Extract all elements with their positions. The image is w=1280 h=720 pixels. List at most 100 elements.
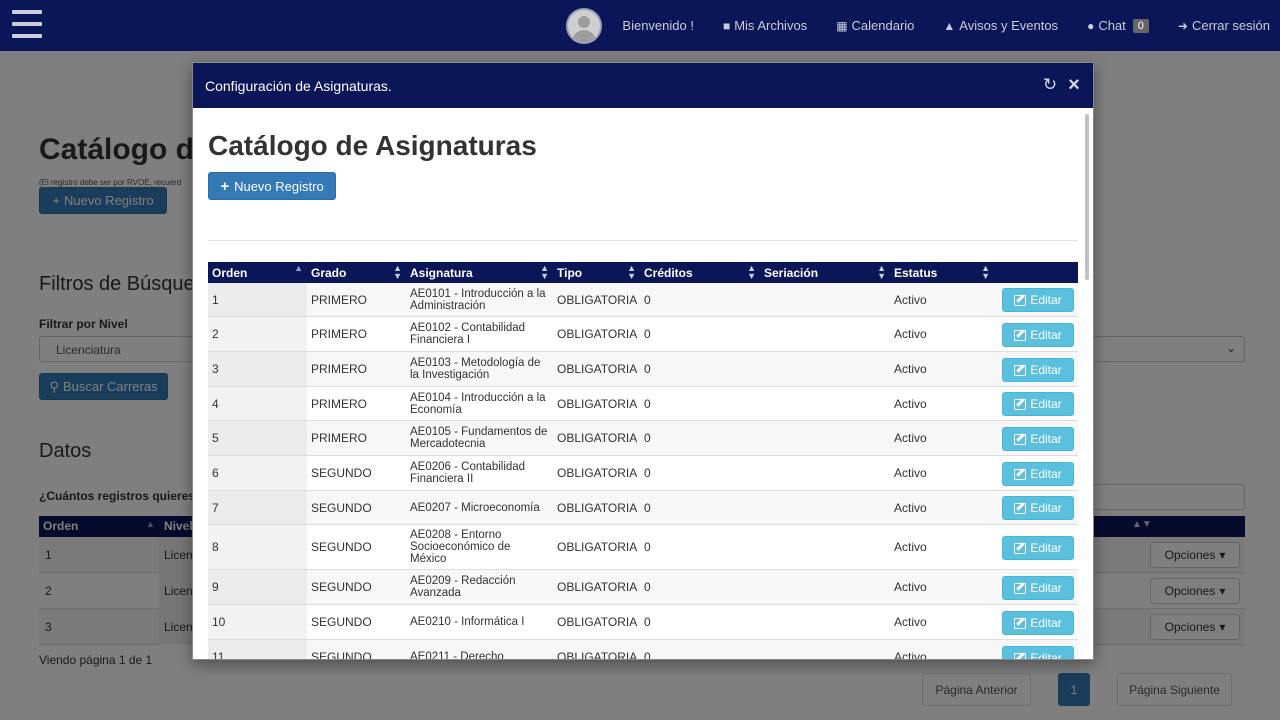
cell-orden: 6 [212,466,219,480]
cell-asignatura: AE0210 - Informática I [410,616,525,628]
avatar[interactable] [566,7,603,44]
cell-asignatura: AE0209 - Redacción Avanzada [410,575,516,599]
cell-tipo: OBLIGATORIA [557,362,638,376]
calendar-label: Calendario [851,18,915,33]
cell-estatus: Activo [894,540,927,554]
files-link[interactable]: ■ Mis Archivos [723,18,807,33]
table-row: 11 SEGUNDO AE0211 - Derecho OBLIGATORIA 0 Act… [208,640,1078,660]
cell-asignatura: AE0103 - Metodología de la Investigación [410,357,541,381]
cell-seriacion [760,491,890,524]
edit-icon [1014,582,1027,594]
welcome-label: Bienvenido ! [622,18,694,33]
close-icon[interactable]: × [1065,75,1083,95]
edit-button[interactable]: Editar [1002,496,1074,520]
plus-icon: + [220,177,230,195]
hamburger-menu-icon[interactable] [12,10,42,38]
edit-icon [1014,468,1027,480]
logout-link[interactable]: ➜ Cerrar sesión [1178,18,1270,33]
cell-asignatura: AE0211 - Derecho [410,651,504,660]
cell-estatus: Activo [894,362,927,376]
cell-tipo: OBLIGATORIA [557,580,638,594]
edit-button[interactable]: Editar [1002,323,1074,347]
logout-label: Cerrar sesión [1191,18,1270,33]
modal-new-record-button[interactable]: + Nuevo Registro [208,172,336,200]
sort-icon: ▲▼ [627,263,636,281]
header-tipo[interactable]: Tipo ▲ ▼ [553,262,640,283]
edit-button[interactable]: Editar [1002,646,1074,659]
header-estatus[interactable]: Estatus ▲ ▼ [890,262,994,283]
sort-icon: ▲▼ [877,263,886,281]
edit-label: Editar [1030,363,1062,377]
cell-tipo: OBLIGATORIA [557,327,638,341]
edit-label: Editar [1030,397,1062,411]
table-row: 6 SEGUNDO AE0206 - Contabilidad Financiera… [208,456,1078,491]
edit-label: Editar [1030,293,1062,307]
cell-orden: 10 [212,615,226,629]
cell-seriacion [760,421,890,455]
cell-asignatura: AE0104 - Introducción a la Economía [410,391,546,416]
header-grado[interactable]: Grado ▲ ▼ [307,262,406,283]
cell-orden: 3 [212,362,219,376]
cell-creditos: 0 [644,500,651,515]
notices-link[interactable]: ▲ Avisos y Eventos [943,18,1058,33]
sort-asc-icon: ▲ [294,263,303,273]
cell-grado: PRIMERO [311,292,368,307]
header-seriacion-label: Seriación [764,265,819,280]
cell-tipo: OBLIGATORIA [557,396,638,411]
edit-button[interactable]: Editar [1002,392,1074,416]
header-seriacion[interactable]: Seriación ▲ ▼ [760,262,890,283]
cell-estatus: Activo [894,327,927,341]
table-row: 3 PRIMERO AE0103 - Metodología de la Inves… [208,352,1078,387]
cell-grado: SEGUNDO [311,615,372,629]
modal-scrollbar[interactable] [1085,114,1089,280]
chat-link[interactable]: ● Chat 0 [1087,18,1149,33]
cell-grado: SEGUNDO [311,500,372,515]
edit-label: Editar [1030,467,1062,481]
subjects-modal: Configuración de Asignaturas. ↻ × Catálo… [192,62,1094,660]
header-creditos[interactable]: Créditos ▲ ▼ [640,262,760,283]
cell-orden: 5 [212,431,219,445]
navbar-links: Bienvenido ! ■ Mis Archivos ▦ Calendario ▲… [566,0,1270,51]
header-creditos-label: Créditos [644,265,693,280]
cell-asignatura: AE0102 - Contabilidad Financiera I [410,322,526,346]
edit-button[interactable]: Editar [1002,288,1074,312]
table-row: 7 SEGUNDO AE0207 - Microeconomía OBLIGATORI… [208,491,1078,525]
table-row: 4 PRIMERO AE0104 - Introducción a la Econo… [208,387,1078,421]
calendar-icon: ▦ [836,18,848,33]
edit-button[interactable]: Editar [1002,462,1074,486]
edit-label: Editar [1030,432,1062,446]
cell-seriacion [760,387,890,420]
top-navbar: Bienvenido ! ■ Mis Archivos ▦ Calendario ▲… [0,0,1280,51]
modal-header-title: Configuración de Asignaturas. [205,77,392,94]
welcome-link[interactable]: Bienvenido ! [622,18,694,33]
cell-seriacion [760,317,890,351]
refresh-icon[interactable]: ↻ [1041,76,1059,94]
modal-new-record-label: Nuevo Registro [234,178,324,194]
divider [208,240,1078,241]
edit-icon [1014,398,1027,410]
header-asignatura[interactable]: Asignatura ▲ ▼ [406,262,553,283]
edit-button[interactable]: Editar [1002,536,1074,560]
edit-icon [1014,502,1027,514]
table-row: 1 PRIMERO AE0101 - Introducción a la Admin… [208,283,1078,317]
header-orden[interactable]: Orden ▲ [208,262,307,283]
modal-body: Catálogo de Asignaturas + Nuevo Registro … [193,108,1093,660]
calendar-link[interactable]: ▦ Calendario [836,18,914,33]
sort-icon: ▲▼ [747,263,756,281]
edit-button[interactable]: Editar [1002,611,1074,635]
edit-icon [1014,652,1027,659]
cell-orden: 7 [212,500,219,515]
edit-icon [1014,542,1027,554]
edit-button[interactable]: Editar [1002,358,1074,382]
subjects-table-body: 1 PRIMERO AE0101 - Introducción a la Admin… [208,283,1078,660]
edit-button[interactable]: Editar [1002,576,1074,600]
cell-creditos: 0 [644,327,651,341]
sort-icon: ▲▼ [393,263,402,281]
chat-count-badge: 0 [1132,18,1149,33]
cell-estatus: Activo [894,466,927,480]
table-row: 5 PRIMERO AE0105 - Fundamentos de Mercadot… [208,421,1078,456]
cell-orden: 8 [212,540,219,554]
cell-grado: PRIMERO [311,396,368,411]
edit-label: Editar [1030,501,1062,515]
edit-button[interactable]: Editar [1002,427,1074,451]
